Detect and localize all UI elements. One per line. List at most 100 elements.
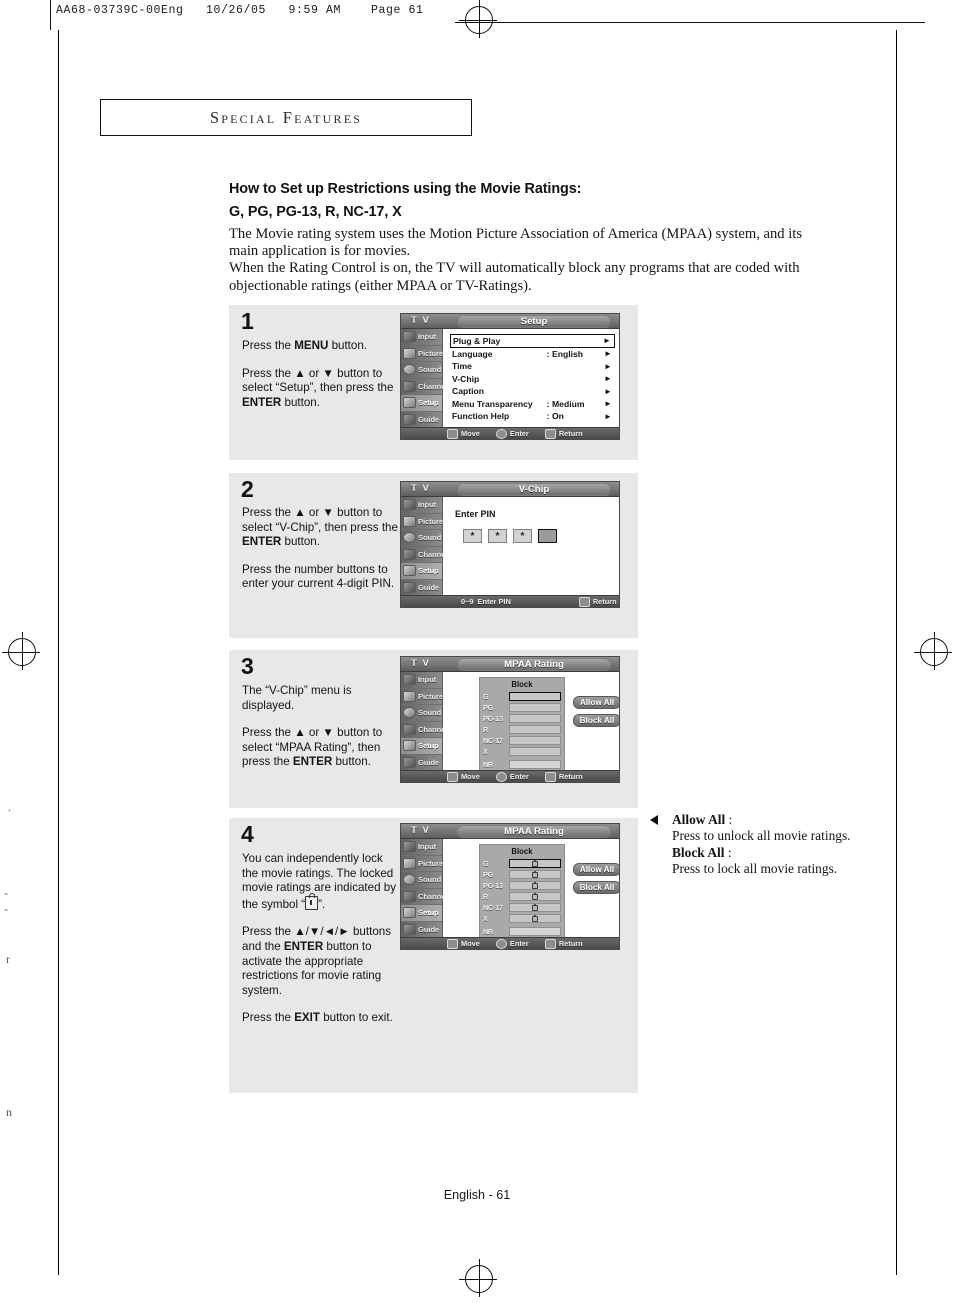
mpaa-block-checkbox[interactable]: [509, 926, 561, 936]
up-down-arrows-icon: [447, 428, 458, 439]
menu-row-function-help[interactable]: Function Help : On ►: [450, 410, 615, 423]
menu-item-label: Menu Transparency: [452, 398, 533, 409]
mpaa-row-nc-17[interactable]: NC-17: [483, 902, 561, 912]
sidebar-item-input[interactable]: Input: [401, 329, 442, 346]
step-instructions: Press the MENU button. Press the ▲ or ▼ …: [242, 339, 402, 410]
mpaa-block-checkbox[interactable]: [509, 713, 561, 723]
sidebar-item-guide[interactable]: Guide: [401, 922, 442, 938]
pin-entry-field[interactable]: * * *: [463, 529, 557, 543]
menu-row-menu-transparency[interactable]: Menu Transparency : Medium ►: [450, 398, 615, 411]
mpaa-block-checkbox[interactable]: [509, 702, 561, 712]
lock-icon: [305, 893, 319, 910]
sidebar-item-guide[interactable]: Guide: [401, 412, 442, 428]
mpaa-row-x[interactable]: X: [483, 746, 561, 756]
mpaa-block-checkbox[interactable]: [509, 880, 561, 890]
mpaa-block-checkbox[interactable]: [509, 759, 561, 769]
sidebar-item-label: Input: [418, 842, 437, 852]
triangle-left-icon: [650, 815, 658, 825]
sidebar-item-sound[interactable]: Sound: [401, 705, 442, 722]
menu-row-caption[interactable]: Caption ►: [450, 385, 615, 398]
mpaa-row-g[interactable]: G: [483, 691, 561, 701]
setup-icon: [403, 397, 416, 409]
mpaa-row-nc-17[interactable]: NC-17: [483, 735, 561, 745]
sidebar-item-input[interactable]: Input: [401, 672, 442, 689]
sidebar-item-input[interactable]: Input: [401, 839, 442, 856]
picture-icon: [403, 515, 416, 527]
sidebar-item-picture[interactable]: Picture: [401, 856, 443, 872]
sidebar-item-sound[interactable]: Sound: [401, 872, 442, 889]
sidebar-item-sound[interactable]: Sound: [401, 530, 442, 547]
sidebar-item-setup[interactable]: Setup: [401, 395, 442, 412]
allow-all-button[interactable]: Allow All: [573, 696, 619, 709]
pin-digit-3[interactable]: *: [513, 529, 532, 543]
mpaa-block-checkbox[interactable]: [509, 858, 561, 868]
mpaa-row-r[interactable]: R: [483, 891, 561, 901]
sidebar-item-guide[interactable]: Guide: [401, 755, 442, 771]
mpaa-row-r[interactable]: R: [483, 724, 561, 734]
mpaa-row-g[interactable]: G: [483, 858, 561, 868]
mpaa-row-nr[interactable]: NR: [483, 926, 561, 936]
mpaa-row-pg[interactable]: PG: [483, 702, 561, 712]
osd-screenshot-mpaa-locked: T V MPAA Rating Input Picture Sound Chan…: [400, 823, 620, 950]
sidebar-item-label: Picture: [418, 348, 444, 358]
mpaa-block-checkbox[interactable]: [509, 746, 561, 756]
colon: :: [725, 812, 733, 827]
chevron-right-icon: ►: [603, 336, 611, 346]
mpaa-row-x[interactable]: X: [483, 913, 561, 923]
mpaa-block-checkbox[interactable]: [509, 735, 561, 745]
osd-status-bar: Move Enter Return: [401, 770, 619, 782]
block-all-button[interactable]: Block All: [573, 714, 619, 727]
sidebar-item-setup[interactable]: Setup: [401, 738, 442, 755]
osd-status-bar: Move Enter Return: [401, 937, 619, 949]
sidebar-item-channel[interactable]: Channel: [401, 889, 447, 905]
step-number: 2: [241, 476, 254, 502]
allow-all-button[interactable]: Allow All: [573, 863, 619, 876]
status-move: Move: [447, 938, 480, 949]
sidebar-item-picture[interactable]: Picture: [401, 514, 443, 530]
colon: :: [724, 844, 732, 860]
block-all-button[interactable]: Block All: [573, 881, 619, 894]
mpaa-row-pg[interactable]: PG: [483, 869, 561, 879]
step-paragraph: Press the ▲ or ▼ button to select “V-Chi…: [242, 506, 398, 549]
mpaa-block-checkbox[interactable]: [509, 691, 561, 701]
menu-row-v-chip[interactable]: V-Chip ►: [450, 373, 615, 386]
section-banner: Special Features: [100, 99, 472, 136]
mpaa-block-checkbox[interactable]: [509, 724, 561, 734]
sidebar-item-label: Input: [418, 500, 437, 510]
menu-row-language[interactable]: Language : English ►: [450, 348, 615, 361]
sidebar-item-picture[interactable]: Picture: [401, 689, 443, 705]
sidebar-item-guide[interactable]: Guide: [401, 580, 442, 596]
mpaa-row-nr[interactable]: NR: [483, 759, 561, 769]
sidebar-item-picture[interactable]: Picture: [401, 346, 444, 362]
sidebar-item-channel[interactable]: Channel: [401, 547, 447, 563]
sidebar-item-input[interactable]: Input: [401, 497, 442, 514]
sidebar-item-channel[interactable]: Channel: [401, 722, 447, 738]
guide-icon: [403, 413, 416, 425]
pin-digit-2[interactable]: *: [488, 529, 507, 543]
status-return: Return: [544, 771, 583, 782]
channel-icon: [403, 723, 416, 735]
mpaa-block-checkbox[interactable]: [509, 869, 561, 879]
mpaa-row-pg-13[interactable]: PG-13: [483, 713, 561, 723]
mpaa-rating-panel: Block G PG PG-13 R NC-17 X NR: [479, 844, 565, 941]
menu-row-plug-and-play[interactable]: Plug & Play ►: [450, 334, 615, 348]
step-paragraph: Press the number buttons to enter your c…: [242, 562, 395, 591]
lock-icon: [532, 870, 538, 878]
mpaa-row-pg-13[interactable]: PG-13: [483, 880, 561, 890]
sidebar-item-label: Setup: [418, 908, 439, 918]
osd-main-panel: Block G PG PG-13 R NC-17 X NR Allow All …: [443, 672, 619, 774]
mpaa-block-checkbox[interactable]: [509, 913, 561, 923]
pin-digit-1[interactable]: *: [463, 529, 482, 543]
sidebar-item-channel[interactable]: Channel: [401, 379, 447, 395]
registration-mark-left: [2, 632, 40, 670]
menu-row-time[interactable]: Time ►: [450, 360, 615, 373]
pin-digit-4[interactable]: [538, 529, 557, 543]
mpaa-block-checkbox[interactable]: [509, 902, 561, 912]
sidebar-item-setup[interactable]: Setup: [401, 563, 442, 580]
sidebar-item-sound[interactable]: Sound: [401, 362, 442, 379]
bleed-fragment-4: r: [6, 952, 10, 966]
sidebar-item-setup[interactable]: Setup: [401, 905, 442, 922]
intro-paragraph-2: When the Rating Control is on, the TV wi…: [229, 260, 800, 294]
return-button-icon: [578, 596, 590, 607]
mpaa-block-checkbox[interactable]: [509, 891, 561, 901]
